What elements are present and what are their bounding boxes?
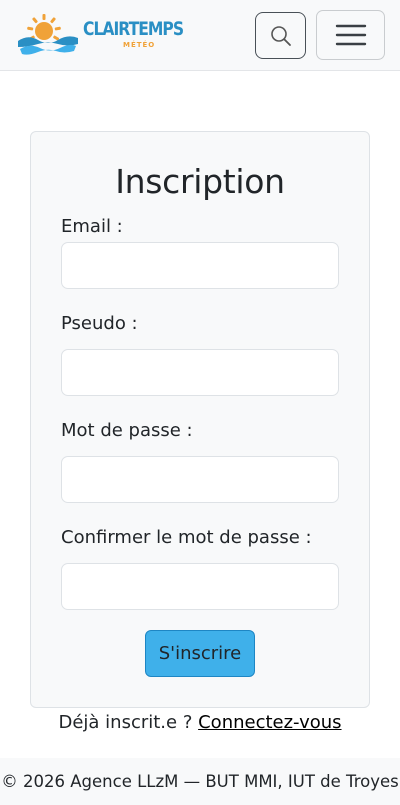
search-icon [270,25,291,46]
menu-toggle-button[interactable] [316,10,385,60]
password-field[interactable] [61,456,339,503]
password-label: Mot de passe : [61,420,193,441]
page-title: Inscription [115,162,285,201]
login-prompt-text: Déjà inscrit.e ? [58,712,193,733]
logo-tagline: MÉTÉO [123,41,156,49]
pseudo-field[interactable] [61,349,339,396]
confirm-password-field[interactable] [61,563,339,610]
sun-waves-logo-icon [18,14,78,55]
confirm-password-label: Confirmer le mot de passe : [61,527,312,548]
logo-name: CLAIRTEMPS [83,18,184,40]
hamburger-menu-icon [335,24,366,46]
login-prompt: Déjà inscrit.e ? Connectez-vous [0,712,400,733]
footer-text: © 2026 Agence LLzM — BUT MMI, IUT de Tro… [1,772,399,791]
login-link[interactable]: Connectez-vous [198,712,341,733]
pseudo-label: Pseudo : [61,313,138,334]
signup-submit-button[interactable]: S'inscrire [145,630,255,677]
site-logo[interactable]: CLAIRTEMPS MÉTÉO [16,14,184,56]
footer: © 2026 Agence LLzM — BUT MMI, IUT de Tro… [0,758,400,805]
search-button[interactable] [255,12,306,59]
email-label: Email : [61,216,123,237]
email-field[interactable] [61,242,339,289]
navbar: CLAIRTEMPS MÉTÉO [0,0,400,71]
